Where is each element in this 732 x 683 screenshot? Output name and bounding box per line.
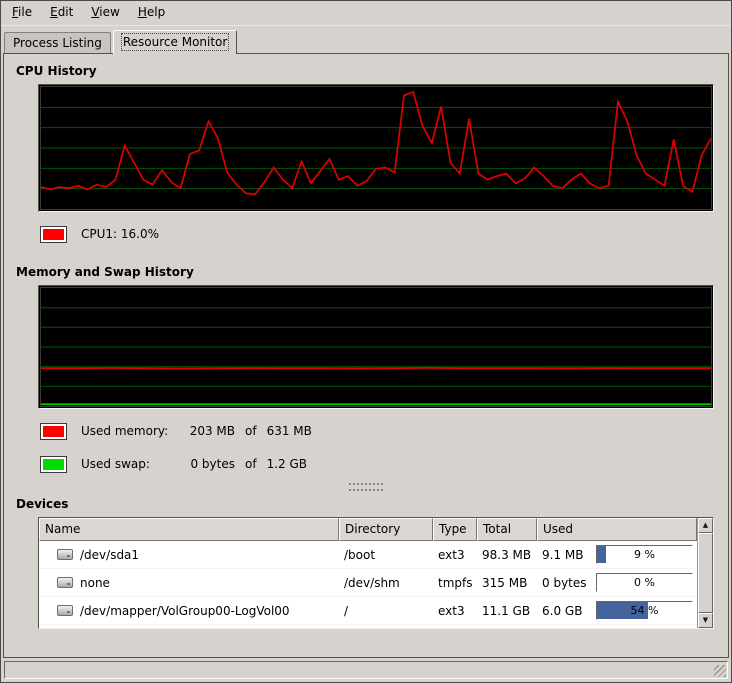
device-type: tmpfs [433, 576, 477, 590]
devices-table-body: /dev/sda1/bootext398.3 MB9.1 MB9 %none/d… [39, 541, 697, 628]
tab-resource-monitor-label: Resource Monitor [123, 35, 227, 49]
device-total: 11.1 GB [477, 604, 537, 618]
disk-icon [57, 549, 73, 560]
column-header-used[interactable]: Used [537, 518, 697, 541]
device-name-label: none [80, 576, 110, 590]
device-name-cell: none [39, 576, 339, 590]
devices-table: Name Directory Type Total Used /dev/sda1… [38, 517, 714, 629]
tab-process-listing-label: Process Listing [13, 36, 102, 50]
column-header-total[interactable]: Total [477, 518, 537, 541]
device-row[interactable]: none/dev/shmtmpfs315 MB 0 bytes 0 % [39, 569, 697, 597]
device-used-cell: 6.0 GB 54 % [537, 601, 697, 620]
scroll-down-button[interactable]: ▼ [698, 613, 713, 628]
used-swap-label: Used swap: [81, 457, 177, 471]
memory-swap-history-title: Memory and Swap History [16, 265, 716, 279]
resource-monitor-panel: CPU History CPU1: 16.0% Memory and Swap … [3, 53, 729, 658]
device-name-label: /dev/sda1 [80, 548, 139, 562]
used-memory-color-swatch [40, 423, 67, 440]
menu-view-label: View [91, 5, 119, 19]
system-monitor-window: File Edit View Help Process Listing Reso… [0, 0, 732, 683]
device-name-label: /dev/mapper/VolGroup00-LogVol00 [80, 604, 290, 618]
cpu-history-graph [41, 87, 711, 209]
used-swap-legend: Used swap: 0 bytes of 1.2 GB [40, 453, 714, 475]
tab-resource-monitor[interactable]: Resource Monitor [113, 30, 237, 54]
used-memory-of: of [245, 424, 257, 438]
pane-resize-handle[interactable] [349, 483, 383, 491]
device-directory: / [339, 604, 433, 618]
menu-edit-label: Edit [50, 5, 73, 19]
menu-file-label: File [12, 5, 32, 19]
device-used-value: 6.0 GB [542, 604, 592, 618]
column-header-name[interactable]: Name [39, 518, 339, 541]
usage-percent-label: 54 % [597, 602, 692, 619]
total-swap-value: 1.2 GB [267, 457, 307, 471]
used-memory-value: 203 MB [177, 424, 235, 438]
devices-scrollbar[interactable]: ▲ ▼ [697, 518, 713, 628]
menu-file[interactable]: File [3, 1, 41, 25]
cpu-legend: CPU1: 16.0% [40, 223, 714, 245]
tab-process-listing[interactable]: Process Listing [4, 32, 111, 53]
cpu-history-graph-frame [38, 84, 714, 212]
used-swap-of: of [245, 457, 257, 471]
device-row[interactable]: /dev/mapper/VolGroup00-LogVol00 /ext311.1… [39, 597, 697, 625]
device-type: ext3 [433, 604, 477, 618]
devices-title: Devices [16, 497, 716, 511]
device-row[interactable]: /dev/sda1/bootext398.3 MB 9.1 MB 9 % [39, 541, 697, 569]
device-used-cell: 0 bytes 0 % [537, 573, 697, 592]
device-type: ext3 [433, 548, 477, 562]
device-name-cell: /dev/mapper/VolGroup00-LogVol00 [39, 604, 339, 618]
used-memory-legend: Used memory: 203 MB of 631 MB [40, 420, 714, 442]
disk-icon [57, 605, 73, 616]
notebook-tabs: Process Listing Resource Monitor [1, 26, 731, 53]
menu-view[interactable]: View [82, 1, 128, 25]
usage-progressbar: 54 % [596, 601, 693, 620]
menu-edit[interactable]: Edit [41, 1, 82, 25]
memory-history-graph-frame [38, 285, 714, 409]
usage-percent-label: 9 % [597, 546, 692, 563]
memory-history-graph [41, 288, 711, 406]
status-bar [4, 661, 728, 679]
used-memory-label: Used memory: [81, 424, 177, 438]
scroll-up-button[interactable]: ▲ [698, 518, 713, 533]
device-total: 98.3 MB [477, 548, 537, 562]
device-used-value: 9.1 MB [542, 548, 592, 562]
used-swap-color-swatch [40, 456, 67, 473]
total-memory-value: 631 MB [267, 424, 312, 438]
disk-icon [57, 577, 73, 588]
menu-help-label: Help [138, 5, 165, 19]
resize-grip[interactable] [714, 665, 726, 677]
usage-progressbar: 0 % [596, 573, 693, 592]
device-directory: /boot [339, 548, 433, 562]
column-header-directory[interactable]: Directory [339, 518, 433, 541]
used-swap-value: 0 bytes [177, 457, 235, 471]
menu-help[interactable]: Help [129, 1, 174, 25]
scrollbar-thumb[interactable] [698, 533, 713, 613]
cpu1-color-swatch [40, 226, 67, 243]
device-total: 315 MB [477, 576, 537, 590]
cpu1-legend-label: CPU1: 16.0% [81, 227, 159, 241]
cpu-history-title: CPU History [16, 64, 716, 78]
column-header-type[interactable]: Type [433, 518, 477, 541]
device-used-cell: 9.1 MB 9 % [537, 545, 697, 564]
device-name-cell: /dev/sda1 [39, 548, 339, 562]
menu-bar: File Edit View Help [1, 1, 731, 26]
device-used-value: 0 bytes [542, 576, 592, 590]
usage-percent-label: 0 % [597, 574, 692, 591]
device-directory: /dev/shm [339, 576, 433, 590]
usage-progressbar: 9 % [596, 545, 693, 564]
devices-table-header: Name Directory Type Total Used [39, 518, 697, 541]
